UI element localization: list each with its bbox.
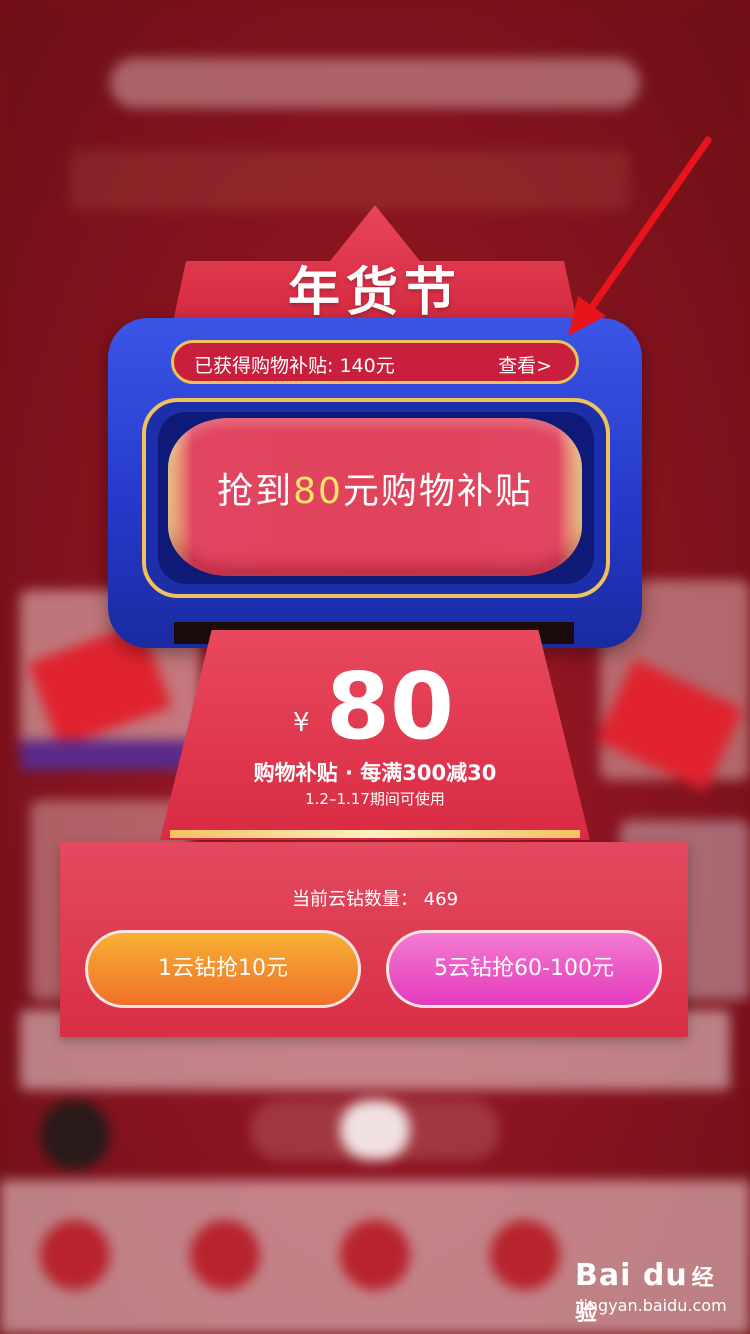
arrow-head bbox=[568, 296, 606, 336]
watermark-domain: jingyan.baidu.com bbox=[579, 1296, 727, 1315]
baidu-jingyan-watermark: Bai du 经验 jingyan.baidu.com bbox=[575, 1258, 735, 1326]
arrow-shaft bbox=[586, 136, 712, 314]
annotation-arrow-icon bbox=[568, 136, 712, 336]
watermark-logo: Bai du 经验 bbox=[575, 1258, 735, 1328]
watermark-brand: Bai du bbox=[575, 1258, 688, 1293]
